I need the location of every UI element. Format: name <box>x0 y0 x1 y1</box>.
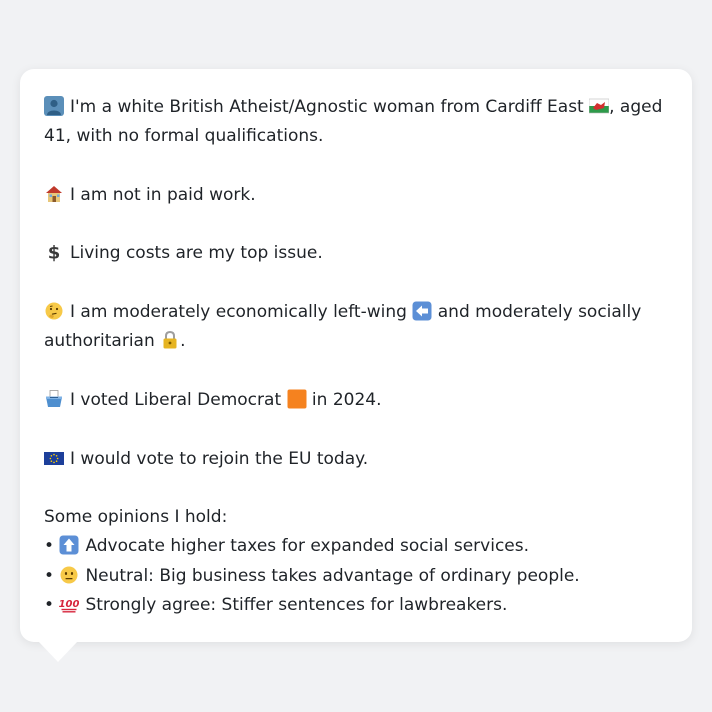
work-line: I am not in paid work. <box>44 181 668 210</box>
issue-text: Living costs are my top issue. <box>70 243 323 264</box>
work-text: I am not in paid work. <box>70 184 256 205</box>
vote-line: I voted Liberal Democrat in 2024. <box>44 386 668 415</box>
left-arrow-icon <box>412 301 432 321</box>
bullet: • <box>44 536 55 557</box>
opinion-text: Advocate higher taxes for expanded socia… <box>85 536 530 557</box>
neutral-face-icon <box>59 565 79 585</box>
eu-line: I would vote to rejoin the EU today. <box>44 445 668 474</box>
eu-text: I would vote to rejoin the EU today. <box>70 448 369 469</box>
issue-line: $ Living costs are my top issue. <box>44 239 668 268</box>
politics-text-c: . <box>180 331 186 352</box>
eu-flag-icon <box>44 448 64 468</box>
politics-line: I am moderately economically left-wing a… <box>44 298 668 357</box>
ballot-box-icon <box>44 389 64 409</box>
identity-line: I'm a white British Atheist/Agnostic wom… <box>44 93 668 152</box>
bullet: • <box>44 595 55 616</box>
lock-icon <box>160 330 180 350</box>
profile-message-bubble: I'm a white British Atheist/Agnostic wom… <box>20 69 692 642</box>
svg-text:$: $ <box>48 243 61 263</box>
opinions-heading: Some opinions I hold: <box>44 507 228 528</box>
opinion-item: • 100 Strongly agree: Stiffer sentences f… <box>44 591 668 620</box>
politics-text-a: I am moderately economically left-wing <box>70 302 407 323</box>
bubble-tail <box>38 641 78 662</box>
vote-text-b: in 2024. <box>311 389 382 410</box>
vote-text-a: I voted Liberal Democrat <box>70 389 282 410</box>
opinion-item: • Neutral: Big business takes advantage … <box>44 562 668 591</box>
thinking-face-icon <box>44 301 64 321</box>
up-arrow-icon <box>59 535 79 555</box>
dollar-sign-icon: $ <box>44 242 64 263</box>
orange-square-icon <box>287 389 307 409</box>
identity-text-a: I'm a white British Atheist/Agnostic wom… <box>70 97 584 117</box>
hundred-points-icon: 100 <box>59 594 79 614</box>
opinion-item: • Advocate higher taxes for expanded soc… <box>44 532 668 561</box>
person-silhouette-icon <box>44 96 64 116</box>
wales-flag-icon <box>589 96 610 116</box>
opinion-text: Neutral: Big business takes advantage of… <box>85 565 580 586</box>
bullet: • <box>44 565 55 586</box>
svg-text:100: 100 <box>59 599 79 610</box>
opinion-text: Strongly agree: Stiffer sentences for la… <box>85 595 508 616</box>
house-icon <box>44 184 64 204</box>
